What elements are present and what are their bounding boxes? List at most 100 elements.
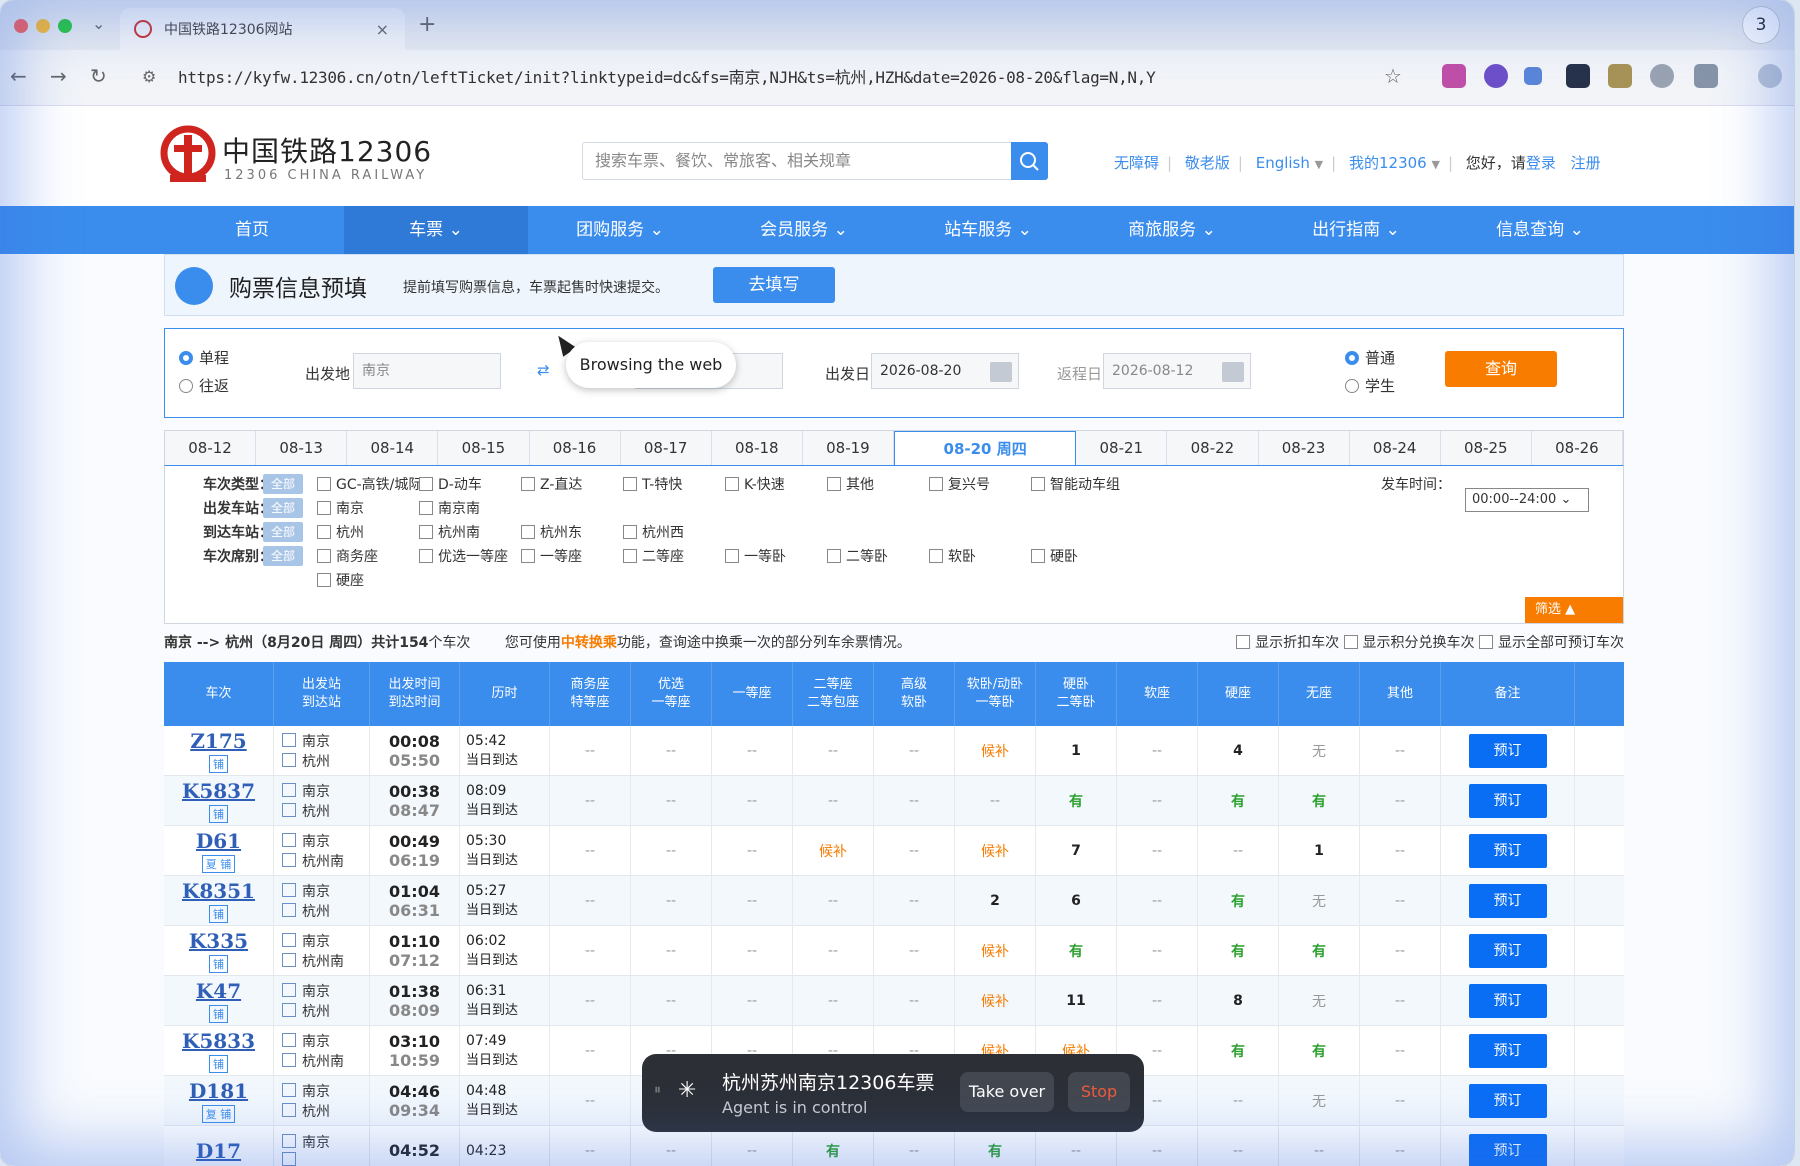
date-tab[interactable]: 08-26	[1532, 431, 1623, 465]
column-header[interactable]: 出发时间 到达时间	[370, 662, 460, 726]
normal-ticket-radio[interactable]: 普通	[1345, 347, 1395, 368]
filter-checkbox[interactable]: 二等卧	[827, 546, 888, 566]
student-ticket-radio[interactable]: 学生	[1345, 375, 1395, 396]
url-field[interactable]: https://kyfw.12306.cn/otn/leftTicket/ini…	[178, 64, 1156, 88]
zoom-window-button[interactable]	[58, 19, 72, 33]
all-types-button[interactable]: 全部	[263, 474, 303, 494]
train-number-link[interactable]: D181	[189, 1079, 248, 1103]
calendar-icon[interactable]	[1222, 362, 1244, 382]
nav-guide[interactable]: 出行指南 ⌄	[1264, 206, 1448, 254]
tab-count-badge[interactable]: 3	[1742, 6, 1780, 44]
seat-availability-cell[interactable]: 候补	[955, 926, 1036, 975]
date-tab[interactable]: 08-25	[1441, 431, 1532, 465]
date-tab-selected[interactable]: 08-20 周四	[894, 431, 1077, 465]
filter-checkbox[interactable]: GC-高铁/城际	[317, 474, 422, 494]
filter-checkbox[interactable]: 南京南	[419, 498, 480, 518]
close-tab-icon[interactable]: ×	[376, 20, 389, 39]
screen-toggle-button[interactable]: 筛选 ▲	[1525, 597, 1623, 623]
train-number-link[interactable]: K8351	[182, 879, 255, 903]
filter-checkbox[interactable]: 商务座	[317, 546, 378, 566]
seat-availability-cell[interactable]: 候补	[955, 826, 1036, 875]
date-tab[interactable]: 08-19	[803, 431, 894, 465]
filter-checkbox[interactable]: 复兴号	[929, 474, 990, 494]
query-button[interactable]: 查询	[1445, 351, 1557, 387]
date-tab[interactable]: 08-22	[1167, 431, 1259, 465]
from-station-input[interactable]: 南京	[353, 353, 501, 389]
extensions-puzzle-icon[interactable]	[1694, 64, 1718, 88]
train-number-link[interactable]: K5837	[182, 779, 255, 803]
date-tab[interactable]: 08-14	[347, 431, 439, 465]
nav-tickets[interactable]: 车票 ⌄	[344, 206, 528, 254]
train-number-link[interactable]: Z175	[190, 729, 246, 753]
date-tab[interactable]: 08-24	[1350, 431, 1441, 465]
date-tab[interactable]: 08-16	[530, 431, 621, 465]
seat-availability-cell[interactable]: 候补	[955, 976, 1036, 1025]
date-tab[interactable]: 08-21	[1076, 431, 1168, 465]
round-trip-radio[interactable]: 往返	[179, 375, 229, 396]
minimize-window-button[interactable]	[36, 19, 50, 33]
china-railway-logo-icon[interactable]	[160, 125, 216, 185]
filter-checkbox[interactable]: 优选一等座	[419, 546, 508, 566]
accessibility-link[interactable]: 无障碍	[1114, 154, 1159, 172]
train-number-link[interactable]: K335	[189, 929, 248, 953]
site-search-input[interactable]: 搜索车票、餐饮、常旅客、相关规章	[582, 142, 1012, 180]
filter-checkbox[interactable]: 硬卧	[1031, 546, 1078, 566]
elder-mode-link[interactable]: 敬老版	[1185, 154, 1230, 172]
filter-checkbox[interactable]: 杭州东	[521, 522, 582, 542]
search-button[interactable]	[1011, 142, 1048, 180]
filter-checkbox[interactable]: 一等卧	[725, 546, 786, 566]
stop-button[interactable]: Stop	[1068, 1072, 1130, 1112]
extension-icon[interactable]	[1484, 64, 1508, 88]
filter-checkbox[interactable]: 一等座	[521, 546, 582, 566]
date-tab[interactable]: 08-17	[621, 431, 712, 465]
book-button[interactable]: 预订	[1468, 883, 1547, 918]
extension-icon[interactable]	[1566, 64, 1590, 88]
filter-checkbox[interactable]: K-快速	[725, 474, 785, 494]
nav-home[interactable]: 首页	[160, 206, 344, 254]
my-12306-link[interactable]: 我的12306	[1349, 154, 1427, 172]
filter-checkbox[interactable]: Z-直达	[521, 474, 582, 494]
filter-checkbox[interactable]: 智能动车组	[1031, 474, 1120, 494]
swap-stations-icon[interactable]: ⇄	[537, 361, 550, 379]
extension-icon[interactable]	[1442, 64, 1466, 88]
filter-checkbox[interactable]: 其他	[827, 474, 874, 494]
points-checkbox[interactable]: 显示积分兑换车次	[1343, 635, 1475, 651]
column-header[interactable]: 历时	[460, 662, 550, 726]
tab-list-chevron-icon[interactable]: ⌄	[92, 14, 105, 33]
nav-member[interactable]: 会员服务 ⌄	[712, 206, 896, 254]
all-bookable-checkbox[interactable]: 显示全部可预订车次	[1479, 635, 1624, 651]
filter-checkbox[interactable]: T-特快	[623, 474, 682, 494]
seat-availability-cell[interactable]: 候补	[793, 826, 874, 875]
extension-icon[interactable]	[1524, 67, 1542, 85]
drag-handle-icon[interactable]: ⏸	[654, 1082, 661, 1098]
date-tab[interactable]: 08-23	[1259, 431, 1350, 465]
prefill-button[interactable]: 去填写	[713, 267, 835, 303]
date-tab[interactable]: 08-12	[165, 431, 257, 465]
extension-icon[interactable]	[1650, 64, 1674, 88]
register-link[interactable]: 注册	[1571, 154, 1601, 172]
one-way-radio[interactable]: 单程	[179, 347, 229, 368]
all-to-button[interactable]: 全部	[263, 522, 303, 542]
nav-group[interactable]: 团购服务 ⌄	[528, 206, 712, 254]
train-number-link[interactable]: D17	[196, 1139, 241, 1163]
all-seats-button[interactable]: 全部	[263, 546, 303, 566]
book-button[interactable]: 预订	[1468, 783, 1547, 818]
take-over-button[interactable]: Take over	[960, 1072, 1054, 1112]
bookmark-star-icon[interactable]: ☆	[1384, 64, 1402, 88]
date-tab[interactable]: 08-18	[712, 431, 803, 465]
filter-checkbox[interactable]: 硬座	[317, 570, 364, 590]
train-number-link[interactable]: D61	[196, 829, 241, 853]
profile-avatar-icon[interactable]	[1758, 64, 1782, 88]
filter-checkbox[interactable]: 二等座	[623, 546, 684, 566]
login-link[interactable]: 登录	[1526, 154, 1556, 172]
nav-business[interactable]: 商旅服务 ⌄	[1080, 206, 1264, 254]
filter-checkbox[interactable]: 南京	[317, 498, 364, 518]
transfer-link[interactable]: 中转换乘	[561, 635, 617, 651]
filter-checkbox[interactable]: 杭州	[317, 522, 364, 542]
calendar-icon[interactable]	[990, 362, 1012, 382]
english-link[interactable]: English	[1256, 154, 1310, 172]
all-from-button[interactable]: 全部	[263, 498, 303, 518]
site-settings-icon[interactable]: ⚙	[142, 67, 156, 86]
filter-checkbox[interactable]: D-动车	[419, 474, 482, 494]
book-button[interactable]: 预订	[1468, 1083, 1547, 1118]
